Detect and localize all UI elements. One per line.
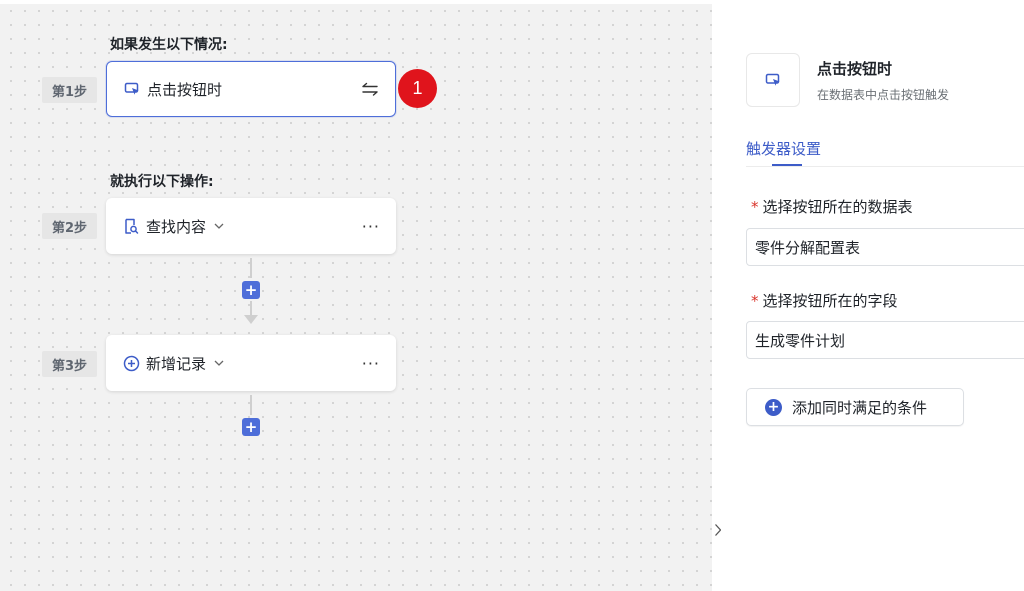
step-label-1: 第1步	[42, 77, 97, 103]
trigger-icon-box	[746, 53, 800, 107]
connector-line	[250, 395, 252, 415]
find-content-title: 查找内容	[146, 217, 207, 236]
connector-line	[250, 301, 252, 315]
add-record-title: 新增记录	[146, 354, 207, 373]
table-select-field[interactable]: 零件分解配置表	[746, 228, 1024, 266]
field-label-table: * 选择按钮所在的数据表	[751, 196, 913, 217]
tab-trigger-settings[interactable]: 触发器设置	[746, 138, 821, 159]
add-step-button[interactable]: +	[242, 418, 260, 436]
chevron-down-icon[interactable]	[214, 358, 224, 368]
top-strip	[0, 0, 1024, 4]
trigger-card-title: 点击按钮时	[147, 80, 223, 99]
trigger-settings-panel: 点击按钮时 在数据表中点击按钮触发 触发器设置 * 选择按钮所在的数据表 零件分解…	[721, 28, 1024, 591]
connector-line	[250, 258, 252, 278]
condition-heading: 如果发生以下情况:	[110, 37, 228, 53]
tab-active-indicator	[772, 164, 802, 166]
plus-circle-icon	[122, 354, 140, 372]
button-field-select[interactable]: 生成零件计划	[746, 321, 1024, 359]
add-record-card[interactable]: 新增记录 ···	[106, 335, 396, 391]
plus-circle-icon: +	[765, 398, 782, 416]
more-options-button[interactable]: ···	[362, 217, 380, 236]
step-number-badge: 1	[398, 69, 437, 108]
action-heading: 就执行以下操作:	[110, 174, 214, 190]
search-doc-icon	[122, 217, 140, 235]
swap-icon[interactable]	[361, 82, 379, 96]
more-options-button[interactable]: ···	[362, 354, 380, 373]
add-condition-label: 添加同时满足的条件	[792, 398, 928, 417]
arrow-down-icon	[244, 315, 258, 324]
trigger-card[interactable]: 点击按钮时	[106, 61, 396, 117]
add-condition-button[interactable]: + 添加同时满足的条件	[746, 388, 964, 426]
tab-divider	[746, 166, 1024, 167]
panel-title: 点击按钮时	[817, 60, 893, 78]
field-label-field-text: 选择按钮所在的字段	[762, 292, 898, 310]
required-mark: *	[751, 292, 759, 310]
step-label-2: 第2步	[42, 213, 97, 239]
add-step-button[interactable]: +	[242, 281, 260, 299]
chevron-down-icon[interactable]	[214, 221, 224, 231]
field-label-table-text: 选择按钮所在的数据表	[762, 198, 913, 216]
field-label-field: * 选择按钮所在的字段	[751, 290, 898, 311]
cursor-click-icon	[765, 73, 780, 86]
required-mark: *	[751, 198, 759, 216]
panel-subtitle: 在数据表中点击按钮触发	[817, 88, 950, 102]
step-label-3: 第3步	[42, 351, 97, 377]
cursor-click-icon	[123, 80, 141, 98]
find-content-card[interactable]: 查找内容 ···	[106, 198, 396, 254]
